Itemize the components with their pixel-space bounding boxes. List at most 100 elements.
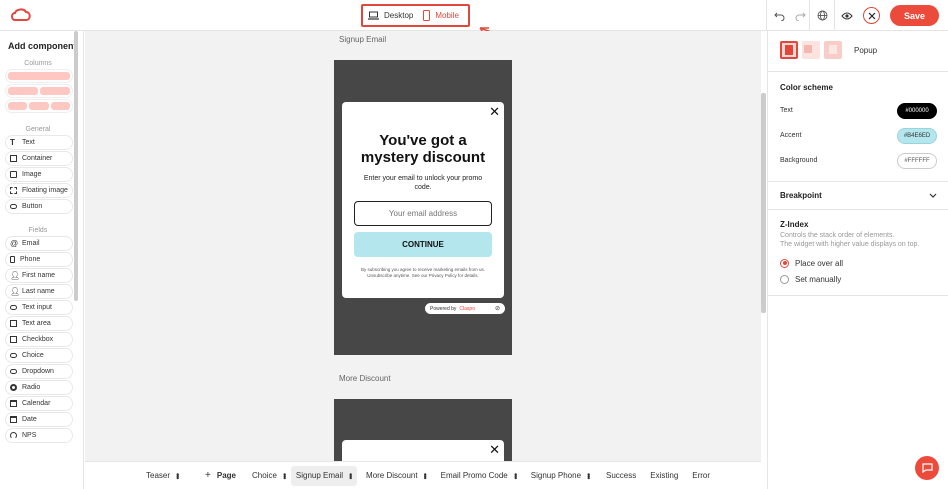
tab-signup-phone[interactable]: Signup Phone ••• [526, 466, 595, 486]
more-dots-icon[interactable]: ••• [173, 473, 182, 478]
tab-more-discount[interactable]: More Discount ••• [361, 466, 432, 486]
undo-icon[interactable] [767, 0, 791, 31]
popup-type-selector: Popup [768, 31, 948, 59]
mobile-frame: ✕ You've got a mystery discount Enter yo… [334, 60, 512, 355]
popup-type-thumb-3[interactable] [824, 41, 842, 59]
container-icon [10, 155, 17, 162]
component-image[interactable]: Image [6, 168, 72, 181]
properties-panel: Popup Color scheme Text #000000 Accent #… [767, 31, 948, 489]
popup-card[interactable]: ✕ You've got a mystery discount Enter yo… [342, 102, 504, 298]
fields-section-label: Fields [28, 227, 48, 234]
sidebar-scrollbar[interactable] [74, 31, 78, 301]
tab-choice[interactable]: Choice ••• [247, 466, 291, 486]
field-text-area[interactable]: Text area [6, 317, 72, 330]
sidebar-title: Add component [8, 41, 77, 51]
text-color-chip[interactable]: #000000 [897, 102, 937, 119]
mobile-button[interactable]: Mobile [418, 6, 464, 25]
popup-fine-print: By subscribing you agree to receive mark… [360, 267, 486, 278]
column-layout-2[interactable] [6, 85, 72, 97]
column-layout-3[interactable] [6, 100, 72, 112]
editor-canvas: Signup Email ✕ You've got a mystery disc… [85, 31, 761, 461]
field-calendar[interactable]: Calendar [6, 397, 72, 410]
hide-eye-icon[interactable]: ⊘ [495, 305, 500, 312]
chevron-down-icon[interactable] [929, 193, 937, 198]
popup-type-label: Popup [854, 45, 878, 55]
radio-set-manually[interactable]: Set manually [768, 271, 948, 287]
component-floating-image[interactable]: Floating image [6, 184, 72, 197]
breakpoint-section[interactable]: Breakpoint [768, 182, 948, 209]
color-row-background: Background #FFFFFF [768, 148, 948, 173]
popup-card-2[interactable]: ✕ [342, 440, 504, 461]
popup-email-input[interactable]: Your email address [354, 201, 492, 226]
tab-email-promo-code[interactable]: Email Promo Code ••• [436, 466, 522, 486]
field-radio[interactable]: Radio [6, 381, 72, 394]
plus-icon: + [205, 470, 211, 481]
accent-color-chip[interactable]: #B4E6ED [897, 127, 937, 144]
laptop-icon [368, 11, 379, 20]
tab-teaser[interactable]: Teaser ••• [141, 466, 184, 486]
component-button[interactable]: Button [6, 200, 72, 213]
more-dots-icon[interactable]: ••• [584, 473, 593, 478]
background-color-chip[interactable]: #FFFFFF [897, 152, 937, 169]
globe-icon[interactable] [810, 0, 834, 31]
field-email[interactable]: @ Email [6, 237, 72, 250]
radio-icon [10, 384, 17, 391]
field-choice[interactable]: Choice [6, 349, 72, 362]
breakpoint-title: Breakpoint [780, 191, 822, 200]
field-date[interactable]: Date [6, 413, 72, 426]
field-dropdown[interactable]: Dropdown [6, 365, 72, 378]
tab-signup-email[interactable]: Signup Email ••• [290, 465, 358, 486]
user-icon: 👤︎ [10, 287, 21, 296]
tab-success[interactable]: Success [601, 466, 641, 486]
phone-field-icon [10, 256, 15, 263]
powered-brand: Claspo [459, 305, 475, 312]
dropdown-icon [10, 369, 17, 374]
tab-error[interactable]: Error [687, 466, 715, 486]
claspo-logo-icon[interactable] [11, 8, 31, 22]
preview-eye-icon[interactable] [835, 0, 859, 31]
field-first-name[interactable]: 👤︎ First name [6, 269, 72, 282]
tab-existing[interactable]: Existing [645, 466, 683, 486]
phone-icon [423, 10, 431, 21]
popup-type-thumb-1[interactable] [780, 41, 798, 59]
field-nps[interactable]: NPS [6, 429, 72, 442]
field-last-name[interactable]: 👤︎ Last name [6, 285, 72, 298]
page-tabs: Teaser ••• + Page Choice ••• Signup Email ••… [85, 461, 761, 489]
popup-close-icon[interactable]: ✕ [489, 105, 500, 118]
mobile-frame-2: ✕ [334, 399, 512, 461]
more-dots-icon[interactable]: ••• [511, 473, 520, 478]
desktop-label: Desktop [384, 11, 414, 20]
more-dots-icon[interactable]: ••• [346, 473, 355, 478]
field-checkbox[interactable]: Checkbox [6, 333, 72, 346]
canvas-scrollbar[interactable] [761, 93, 766, 313]
image-icon [10, 171, 17, 178]
component-container[interactable]: Container [6, 152, 72, 165]
radio-checked-icon[interactable] [780, 258, 789, 268]
top-bar: Desktop Mobile Save [0, 0, 948, 50]
component-text[interactable]: T Text [6, 136, 72, 149]
tab-add-page[interactable]: + Page [200, 466, 241, 486]
nps-icon [10, 432, 17, 439]
popup-continue-button[interactable]: CONTINUE [354, 232, 492, 257]
desktop-button[interactable]: Desktop [363, 6, 418, 25]
radio-unchecked-icon[interactable] [780, 274, 789, 284]
floating-image-icon [10, 187, 17, 194]
popup-close-icon-2[interactable]: ✕ [489, 443, 500, 456]
field-text-input[interactable]: Text input [6, 301, 72, 314]
column-layout-1[interactable] [6, 70, 72, 82]
close-editor-icon[interactable] [863, 7, 880, 24]
zindex-description: Controls the stack order of elements. Th… [780, 232, 920, 248]
more-dots-icon[interactable]: ••• [280, 473, 289, 478]
powered-by-badge: Powered by Claspo ⊘ [425, 303, 505, 314]
field-phone[interactable]: Phone [6, 253, 72, 266]
more-dots-icon[interactable]: ••• [421, 473, 430, 478]
chat-support-button[interactable] [915, 456, 939, 480]
columns-section-label: Columns [24, 60, 52, 67]
mobile-label: Mobile [435, 11, 459, 20]
popup-type-thumb-2[interactable] [802, 41, 820, 59]
component-sidebar: Add component Columns General T Text Cont… [0, 31, 84, 489]
radio-place-over-all[interactable]: Place over all [768, 255, 948, 271]
color-row-accent: Accent #B4E6ED [768, 123, 948, 148]
save-button[interactable]: Save [890, 5, 939, 26]
redo-icon[interactable] [791, 0, 809, 31]
